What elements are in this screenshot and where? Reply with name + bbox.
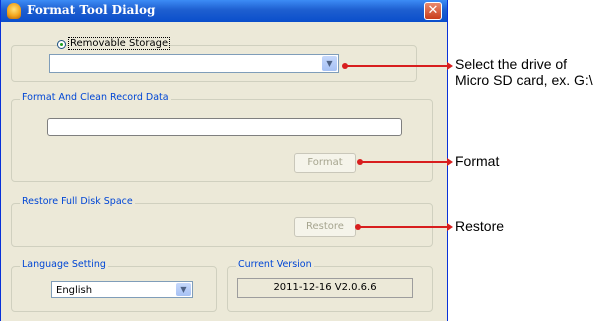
format-text-field[interactable] — [47, 118, 402, 136]
close-icon[interactable]: ✕ — [424, 2, 442, 20]
drive-annotation-line — [345, 65, 447, 67]
format-button[interactable]: Format — [294, 153, 356, 173]
chevron-down-icon[interactable]: ▼ — [176, 283, 191, 296]
format-group-legend: Format And Clean Record Data — [20, 92, 171, 103]
format-annotation-text: Format — [455, 153, 500, 169]
title-bar[interactable]: Format Tool Dialog ✕ — [1, 0, 447, 22]
format-annotation-line — [360, 161, 447, 163]
version-value: 2011-12-16 V2.0.6.6 — [237, 278, 413, 298]
format-group: Format And Clean Record Data — [11, 92, 433, 182]
removable-storage-label[interactable]: Removable Storage — [67, 37, 171, 50]
app-icon — [7, 3, 21, 19]
format-annotation-arrow-icon — [447, 158, 453, 166]
drive-annotation-text-1: Select the drive of — [455, 56, 568, 72]
restore-button[interactable]: Restore — [294, 217, 356, 237]
window-title: Format Tool Dialog — [27, 3, 156, 17]
language-select-value: English — [56, 285, 93, 296]
chevron-down-icon[interactable]: ▼ — [322, 56, 337, 71]
restore-annotation-arrow-icon — [447, 223, 453, 231]
language-group-legend: Language Setting — [20, 259, 108, 270]
restore-annotation-line — [358, 226, 447, 228]
drive-annotation-text-2: Micro SD card, ex. G:\ — [455, 72, 593, 88]
restore-group: Restore Full Disk Space — [11, 196, 433, 247]
restore-group-legend: Restore Full Disk Space — [20, 196, 135, 207]
version-group-legend: Current Version — [236, 259, 314, 270]
drive-select[interactable]: ▼ — [49, 54, 339, 73]
language-select[interactable]: English ▼ — [51, 281, 193, 298]
removable-storage-radio[interactable] — [57, 40, 66, 49]
drive-annotation-arrow-icon — [447, 62, 453, 70]
restore-annotation-text: Restore — [455, 218, 505, 234]
